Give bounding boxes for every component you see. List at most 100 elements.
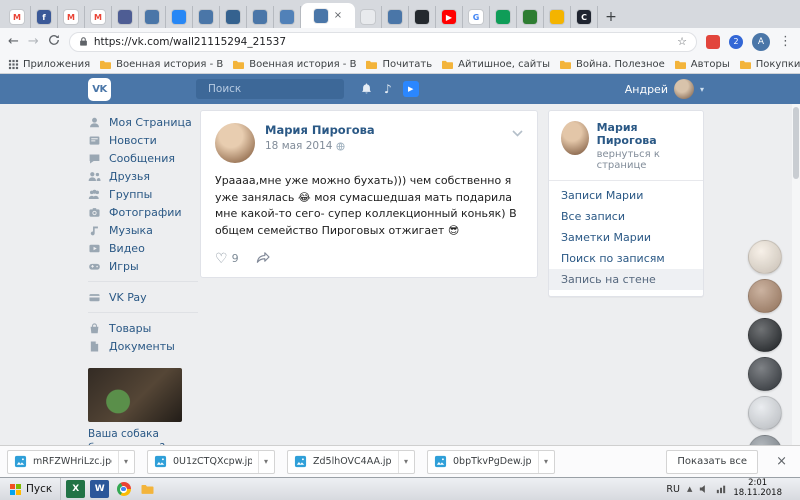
browser-tab-active[interactable]: × (301, 3, 355, 28)
new-tab-button[interactable]: + (598, 6, 624, 28)
bookmark-folder[interactable]: Покупки (739, 59, 800, 70)
sidebar-item-profile[interactable]: Моя Страница (88, 113, 198, 131)
browser-menu-icon[interactable]: ⋮ (779, 34, 792, 49)
ad-image[interactable] (88, 368, 182, 422)
language-indicator[interactable]: RU (666, 484, 680, 495)
browser-tab[interactable] (409, 6, 436, 28)
bookmark-folder[interactable]: Айтишное, сайты (441, 59, 550, 70)
close-downloads-icon[interactable]: × (776, 454, 787, 469)
speaker-icon[interactable] (699, 484, 709, 494)
bookmark-folder[interactable]: Военная история - В (99, 59, 223, 70)
start-button[interactable]: Пуск (2, 478, 61, 500)
network-icon[interactable] (716, 484, 726, 494)
like-button[interactable]: ♡ 9 (215, 252, 239, 266)
download-item[interactable]: mRFZWHriLzc.jpg ▾ (7, 450, 135, 474)
browser-tab[interactable]: M (4, 6, 31, 28)
sidebar-item-games[interactable]: Игры (88, 257, 198, 275)
vk-search[interactable] (196, 79, 344, 99)
sidebar-item-vkpay[interactable]: VK Pay (88, 288, 198, 306)
bookmark-folder[interactable]: Война. Полезное (559, 59, 665, 70)
sidebar-item-friends[interactable]: Друзья (88, 167, 198, 185)
url-input[interactable] (94, 36, 671, 48)
browser-tab[interactable]: ▶ (436, 6, 463, 28)
refresh-button[interactable] (48, 34, 60, 49)
browser-tab[interactable] (166, 6, 193, 28)
bookmark-folder[interactable]: Почитать (365, 59, 432, 70)
bookmark-folder[interactable]: Военная история - В (232, 59, 356, 70)
browser-tab[interactable] (247, 6, 274, 28)
page-scrollbar[interactable] (792, 104, 800, 445)
browser-tab[interactable]: M (85, 6, 112, 28)
right-menu-name[interactable]: Мария Пирогова (597, 121, 691, 147)
browser-tab[interactable] (112, 6, 139, 28)
scrollbar-thumb[interactable] (793, 107, 799, 179)
menu-item-all-posts[interactable]: Все записи (549, 206, 703, 227)
browser-tab[interactable] (544, 6, 571, 28)
sidebar-item-photos[interactable]: Фотографии (88, 203, 198, 221)
extension-badge-icon[interactable]: 2 (729, 35, 743, 49)
extension-red-icon[interactable] (706, 35, 720, 49)
tray-overflow-icon[interactable]: ▲ (687, 485, 692, 493)
download-item[interactable]: 0bpTkvPgDew.jpg ▾ (427, 450, 555, 474)
ad-title[interactable]: Ваша собака боится шума? (88, 428, 182, 445)
address-bar[interactable]: ☆ (69, 32, 697, 52)
sidebar-item-market[interactable]: Товары (88, 319, 198, 337)
tab-close-icon[interactable]: × (334, 11, 342, 21)
explorer-taskbar-icon[interactable] (138, 480, 157, 498)
browser-profile-avatar[interactable]: А (752, 33, 770, 51)
bookmark-folder[interactable]: Авторы (674, 59, 730, 70)
sidebar-item-messages[interactable]: Сообщения (88, 149, 198, 167)
forward-button[interactable]: → (28, 35, 39, 48)
share-button[interactable] (255, 250, 272, 267)
browser-tab[interactable]: f (31, 6, 58, 28)
browser-tab[interactable] (139, 6, 166, 28)
back-button[interactable]: ← (8, 35, 19, 48)
browser-tab[interactable] (517, 6, 544, 28)
browser-tab[interactable] (490, 6, 517, 28)
show-all-downloads-button[interactable]: Показать все (666, 450, 758, 474)
sidebar-item-docs[interactable]: Документы (88, 337, 198, 355)
video-play-icon[interactable]: ▶ (403, 81, 419, 97)
post-author-avatar[interactable] (215, 123, 255, 163)
friend-avatar[interactable] (748, 240, 782, 274)
chrome-taskbar-icon[interactable] (114, 480, 133, 498)
sidebar-item-music[interactable]: Музыка (88, 221, 198, 239)
search-input[interactable] (208, 83, 340, 95)
header-user-menu[interactable]: Андрей ▾ (625, 79, 704, 99)
bookmark-star-icon[interactable]: ☆ (677, 35, 687, 48)
back-to-page-link[interactable]: вернуться к странице (597, 149, 691, 171)
download-item[interactable]: 0U1zCTQXcpw.jpg ▾ (147, 450, 275, 474)
vk-logo[interactable]: VK (88, 78, 111, 101)
download-menu-icon[interactable]: ▾ (118, 451, 128, 473)
browser-tab[interactable]: C (571, 6, 598, 28)
browser-tab[interactable] (355, 6, 382, 28)
menu-item-search-posts[interactable]: Поиск по записям (549, 248, 703, 269)
browser-tab[interactable] (382, 6, 409, 28)
friend-avatar[interactable] (748, 318, 782, 352)
bookmark-apps[interactable]: Приложения (8, 59, 90, 70)
menu-item-notes[interactable]: Заметки Марии (549, 227, 703, 248)
excel-taskbar-icon[interactable]: X (66, 480, 85, 498)
friend-avatar[interactable] (748, 357, 782, 391)
notifications-bell-icon[interactable] (360, 82, 373, 97)
sidebar-item-news[interactable]: Новости (88, 131, 198, 149)
menu-item-wall-posts[interactable]: Записи Марии (549, 185, 703, 206)
browser-tab[interactable]: M (58, 6, 85, 28)
browser-tab[interactable]: G (463, 6, 490, 28)
word-taskbar-icon[interactable]: W (90, 480, 109, 498)
friend-avatar[interactable] (748, 435, 782, 445)
sidebar-ad[interactable]: Ваша собака боится шума? sileo.ru (88, 368, 182, 445)
menu-item-wall-post-active[interactable]: Запись на стене (549, 269, 703, 290)
browser-tab[interactable] (274, 6, 301, 28)
download-menu-icon[interactable]: ▾ (398, 451, 408, 473)
taskbar-clock[interactable]: 2:01 18.11.2018 (733, 479, 782, 499)
friend-avatar[interactable] (748, 396, 782, 430)
sidebar-item-video[interactable]: Видео (88, 239, 198, 257)
download-menu-icon[interactable]: ▾ (538, 451, 548, 473)
post-date[interactable]: 18 мая 2014 (265, 140, 375, 152)
music-icon[interactable]: ♪ (384, 83, 392, 95)
sidebar-item-groups[interactable]: Группы (88, 185, 198, 203)
browser-tab[interactable] (193, 6, 220, 28)
download-menu-icon[interactable]: ▾ (258, 451, 268, 473)
post-author-name[interactable]: Мария Пирогова (265, 123, 375, 137)
